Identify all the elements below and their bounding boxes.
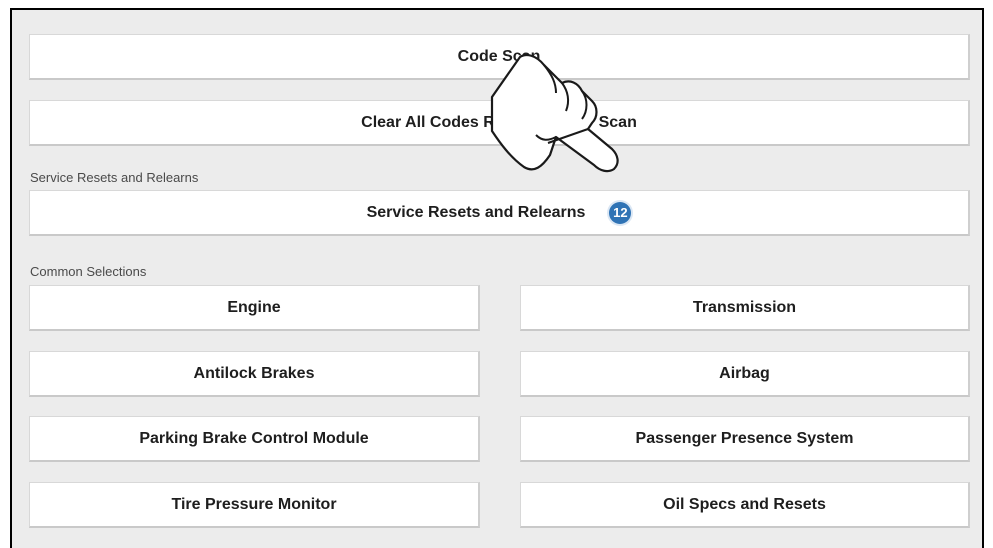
code-scan-button[interactable]: Code Scan — [29, 34, 970, 80]
passenger-presence-label: Passenger Presence System — [635, 429, 854, 447]
airbag-label: Airbag — [719, 364, 770, 382]
oil-specs-button[interactable]: Oil Specs and Resets — [520, 482, 970, 528]
antilock-brakes-button[interactable]: Antilock Brakes — [29, 351, 480, 397]
parking-brake-button[interactable]: Parking Brake Control Module — [29, 416, 480, 462]
antilock-brakes-label: Antilock Brakes — [193, 364, 315, 382]
clear-all-codes-label: Clear All Codes Rea Scan — [361, 113, 637, 131]
callout-badge: 12 — [609, 201, 632, 224]
passenger-presence-button[interactable]: Passenger Presence System — [520, 416, 970, 462]
oil-specs-label: Oil Specs and Resets — [663, 495, 826, 513]
service-section-label: Service Resets and Relearns — [30, 170, 199, 185]
transmission-button[interactable]: Transmission — [520, 285, 970, 331]
menu-panel: Code Scan Clear All Codes Rea Scan Servic… — [10, 8, 984, 548]
code-scan-label: Code Scan — [457, 47, 541, 65]
engine-label: Engine — [227, 298, 281, 316]
parking-brake-label: Parking Brake Control Module — [139, 429, 369, 447]
clear-all-codes-button[interactable]: Clear All Codes Rea Scan — [29, 100, 970, 146]
service-resets-button[interactable]: Service Resets and Relearns 12 — [29, 190, 970, 236]
engine-button[interactable]: Engine — [29, 285, 480, 331]
tire-pressure-label: Tire Pressure Monitor — [171, 495, 337, 513]
tire-pressure-button[interactable]: Tire Pressure Monitor — [29, 482, 480, 528]
transmission-label: Transmission — [692, 298, 797, 316]
service-resets-label: Service Resets and Relearns — [366, 203, 586, 221]
airbag-button[interactable]: Airbag — [520, 351, 970, 397]
common-section-label: Common Selections — [30, 264, 147, 279]
